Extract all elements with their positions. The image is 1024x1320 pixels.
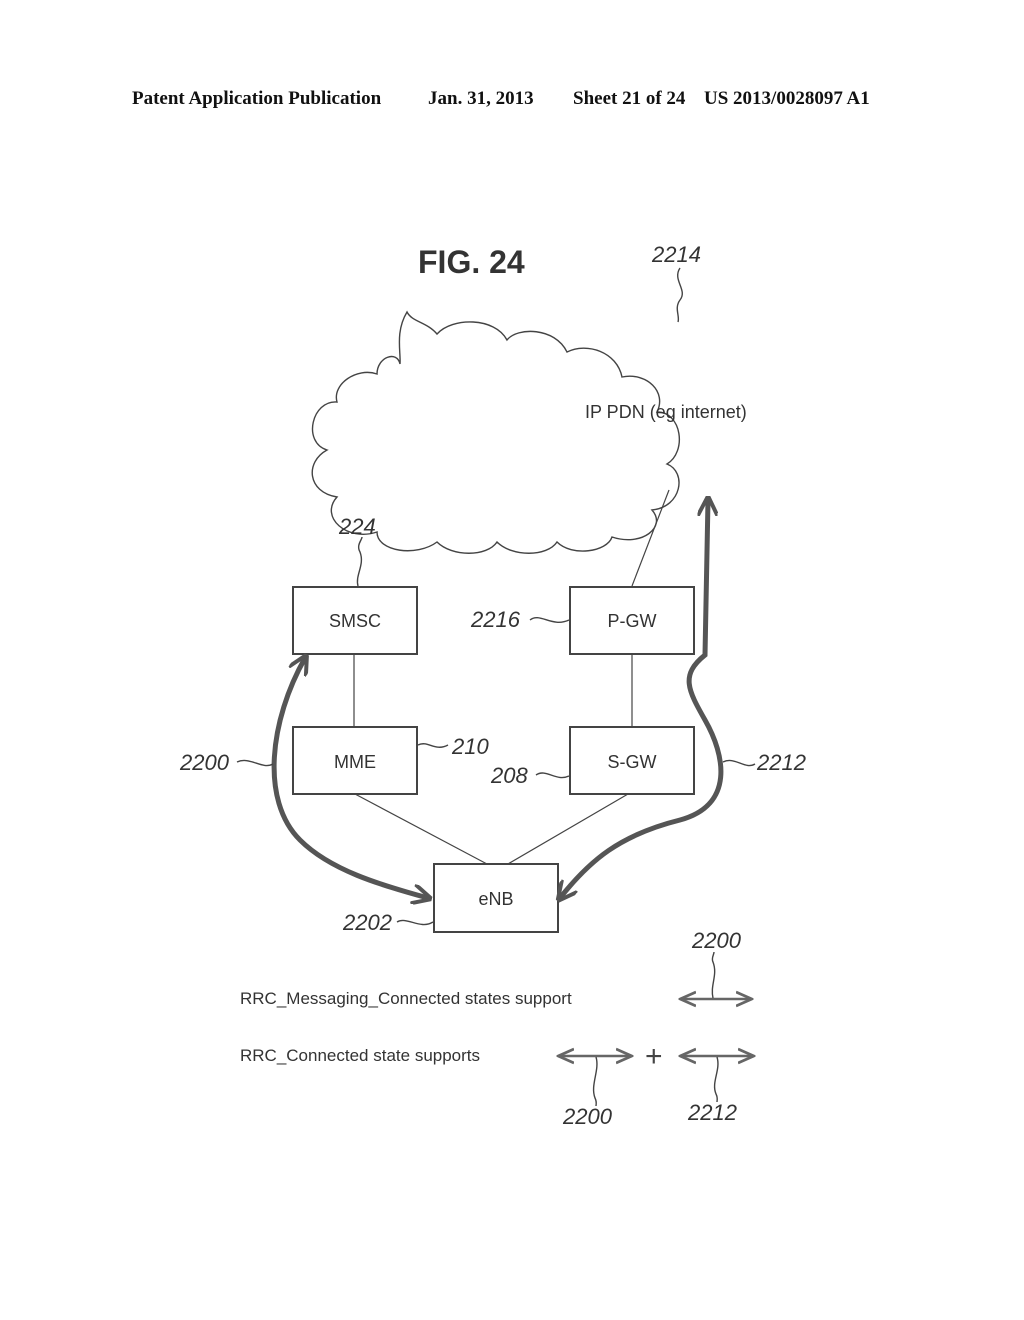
figure-diagram: FIG. 24 IP PDN (eg internet) 2214 SMSC M… — [179, 242, 806, 1129]
ref-2216: 2216 — [470, 607, 521, 632]
link-mme-enb — [354, 793, 488, 865]
ref-224: 224 — [338, 514, 376, 539]
ref-leader-2216 — [529, 617, 570, 623]
ref-leader-2200 — [236, 759, 274, 767]
legend-row2-text: RRC_Connected state supports — [240, 1046, 480, 1065]
enb-label: eNB — [478, 889, 513, 909]
node-smsc: SMSC — [292, 586, 418, 655]
node-mme: MME — [292, 726, 418, 795]
ref-208: 208 — [490, 763, 528, 788]
legend-leader-2200-row1 — [711, 951, 716, 999]
legend-ref-row1: 2200 — [691, 928, 742, 953]
ref-2212: 2212 — [756, 750, 806, 775]
legend-leader-2212-row2 — [713, 1056, 719, 1103]
cloud-label: IP PDN (eg internet) — [585, 402, 747, 422]
legend: RRC_Messaging_Connected states support 2… — [240, 928, 752, 1129]
pgw-label: P-GW — [608, 611, 657, 631]
ref-2200: 2200 — [179, 750, 230, 775]
ref-leader-2214 — [676, 267, 683, 323]
ref-leader-208 — [535, 772, 570, 779]
sgw-label: S-GW — [608, 752, 657, 772]
legend-leader-2200-row2 — [592, 1056, 598, 1107]
mme-label: MME — [334, 752, 376, 772]
link-sgw-enb — [507, 793, 629, 865]
ref-2202: 2202 — [342, 910, 392, 935]
ref-leader-2212 — [722, 759, 756, 767]
ip-pdn-cloud: IP PDN (eg internet) — [311, 310, 747, 554]
legend-row1-text: RRC_Messaging_Connected states support — [240, 989, 572, 1008]
node-sgw: S-GW — [569, 726, 695, 795]
ref-2214: 2214 — [651, 242, 701, 267]
ref-leader-2202 — [396, 919, 434, 926]
node-pgw: P-GW — [569, 586, 695, 655]
ref-210: 210 — [451, 734, 489, 759]
figure-title: FIG. 24 — [418, 244, 525, 280]
legend-plus: + — [645, 1040, 663, 1073]
legend-ref-2200-row2: 2200 — [562, 1104, 613, 1129]
smsc-label: SMSC — [329, 611, 381, 631]
ref-leader-224 — [356, 536, 363, 587]
legend-ref-2212-row2: 2212 — [687, 1100, 737, 1125]
node-enb: eNB — [433, 863, 559, 933]
data-path-2212 — [560, 500, 724, 898]
ref-leader-210 — [417, 743, 449, 748]
